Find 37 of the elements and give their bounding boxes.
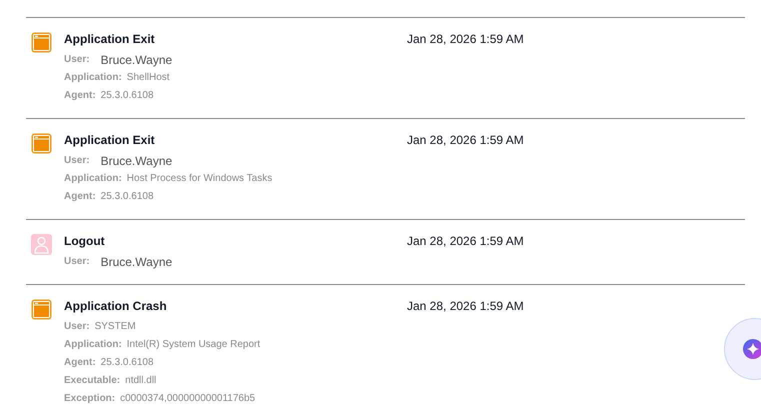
detail-label: Exception: xyxy=(64,392,116,406)
event-title: Application Exit xyxy=(64,31,156,47)
detail-value: 25.3.0.6108 xyxy=(100,190,154,204)
detail-label: Application: xyxy=(64,71,122,85)
detail-label: User: xyxy=(64,255,90,269)
detail-label: Agent: xyxy=(64,89,96,103)
detail-label: Agent: xyxy=(64,356,96,370)
app-window-icon xyxy=(31,299,52,320)
detail-label: Application: xyxy=(64,172,122,186)
detail-value: ntdll.dll xyxy=(125,374,156,388)
detail-value: ShellHost xyxy=(126,71,170,85)
detail-value: Host Process for Windows Tasks xyxy=(126,172,272,186)
detail-value: c0000374,00000000001176b5 xyxy=(120,392,256,406)
detail-label: Agent: xyxy=(64,190,96,204)
user-icon xyxy=(31,234,52,255)
event-time: Jan 28, 2026 1:59 AM xyxy=(407,298,524,314)
event-title: Logout xyxy=(64,233,106,249)
event-title: Application Exit xyxy=(64,132,156,148)
detail-label: Executable: xyxy=(64,374,120,388)
detail-value: SYSTEM xyxy=(94,320,136,334)
event-time: Jan 28, 2026 1:59 AM xyxy=(407,233,524,249)
event-time: Jan 28, 2026 1:59 AM xyxy=(407,132,524,148)
event-time: Jan 28, 2026 1:59 AM xyxy=(407,31,524,47)
sparkle-icon xyxy=(742,338,761,360)
app-window-icon xyxy=(31,32,52,53)
detail-label: User: xyxy=(64,154,90,168)
detail-value: Intel(R) System Usage Report xyxy=(126,338,260,352)
detail-label: User: xyxy=(64,320,90,334)
detail-value: 25.3.0.6108 xyxy=(100,89,154,103)
detail-value: Bruce.Wayne xyxy=(100,154,172,168)
detail-label: Application: xyxy=(64,338,122,352)
detail-value: Bruce.Wayne xyxy=(100,53,172,67)
event-title: Application Crash xyxy=(64,298,168,314)
detail-value: Bruce.Wayne xyxy=(100,255,172,269)
detail-value: 25.3.0.6108 xyxy=(100,356,154,370)
app-window-icon xyxy=(31,133,52,154)
detail-label: User: xyxy=(64,53,90,67)
